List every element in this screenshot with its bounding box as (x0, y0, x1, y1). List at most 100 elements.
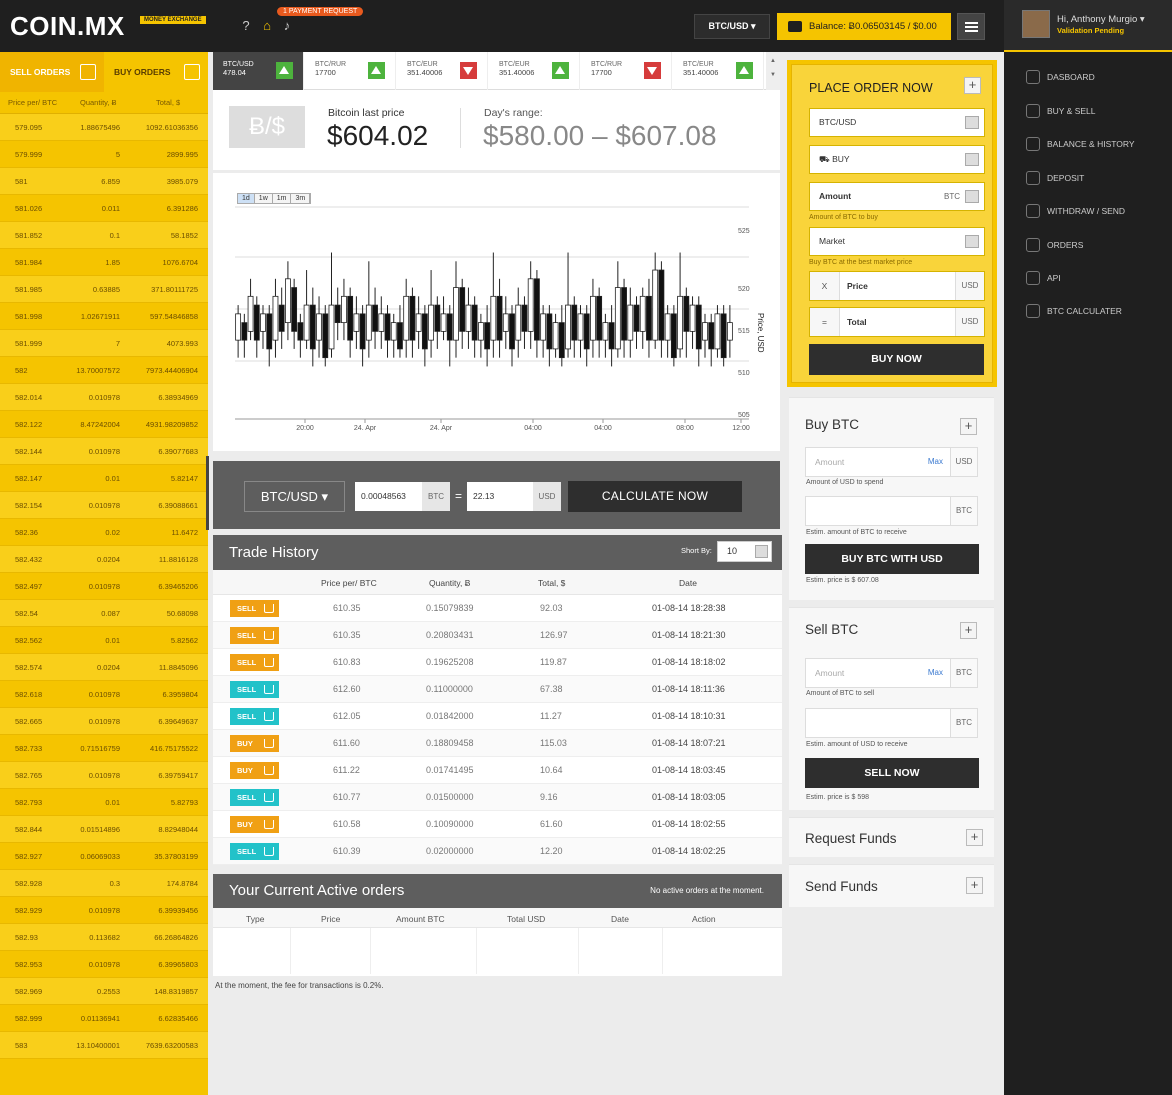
plus-icon[interactable]: + (966, 829, 983, 846)
nav-item-balance-history[interactable]: BALANCE & HISTORY (1004, 129, 1172, 159)
table-row[interactable]: SELL 610.35 0.20803431 126.97 01-08-14 18:21… (213, 622, 782, 649)
order-book-row[interactable]: 582.36 0.02 11.6472 (0, 519, 208, 546)
order-book-row[interactable]: 581.999 7 4073.993 (0, 330, 208, 357)
sell-badge[interactable]: SELL (230, 681, 279, 698)
buy-max-link[interactable]: Max (928, 448, 943, 476)
plus-icon[interactable]: + (960, 622, 977, 639)
table-row[interactable]: BUY 611.60 0.18809458 115.03 01-08-14 18:07:… (213, 730, 782, 757)
payment-request-badge[interactable]: 1 PAYMENT REQUEST (277, 7, 364, 16)
order-book-row[interactable]: 582.733 0.71516759 416.75175522 (0, 735, 208, 762)
avatar[interactable] (1022, 10, 1050, 38)
ticker-item[interactable]: BTC/RUR 17700 (305, 52, 396, 90)
bell-icon[interactable]: ♪ (279, 18, 295, 34)
order-total-input[interactable]: = Total USD (809, 307, 985, 337)
buy-btc-with-usd-button[interactable]: BUY BTC WITH USD (805, 544, 979, 574)
buy-badge[interactable]: BUY (230, 816, 279, 833)
sell-badge[interactable]: SELL (230, 654, 279, 671)
order-book-row[interactable]: 582.014 0.010978 6.38934969 (0, 384, 208, 411)
order-type-select[interactable]: Market (809, 227, 985, 256)
order-book-row[interactable]: 582.999 0.01136941 6.62835466 (0, 1005, 208, 1032)
order-book-row[interactable]: 582 13.70007572 7973.44406904 (0, 357, 208, 384)
pair-selector[interactable]: BTC/USD ▾ (694, 14, 770, 39)
request-funds-panel[interactable]: Request Funds + (789, 817, 994, 857)
order-book-row[interactable]: 582.665 0.010978 6.39649637 (0, 708, 208, 735)
orderbook-scrollbar[interactable] (206, 456, 209, 530)
sell-now-button[interactable]: SELL NOW (805, 758, 979, 788)
send-funds-panel[interactable]: Send Funds + (789, 864, 994, 907)
ticker-scroll[interactable]: ▲ ▼ (766, 52, 780, 90)
calc-pair-selector[interactable]: BTC/USD ▾ (244, 481, 345, 512)
order-book-row[interactable]: 582.618 0.010978 6.3959804 (0, 681, 208, 708)
plus-icon[interactable]: + (960, 418, 977, 435)
sell-badge[interactable]: SELL (230, 627, 279, 644)
nav-item-withdraw-send[interactable]: WITHDRAW / SEND (1004, 196, 1172, 226)
table-row[interactable]: SELL 610.83 0.19625208 119.87 01-08-14 18:18… (213, 649, 782, 676)
sell-badge[interactable]: SELL (230, 843, 279, 860)
order-book-row[interactable]: 582.122 8.47242004 4931.98209852 (0, 411, 208, 438)
order-book-row[interactable]: 581.852 0.1 58.1852 (0, 222, 208, 249)
order-book-row[interactable]: 582.844 0.01514896 8.82948044 (0, 816, 208, 843)
plus-icon[interactable]: + (964, 77, 981, 94)
order-book-row[interactable]: 582.969 0.2553 148.8319857 (0, 978, 208, 1005)
plus-icon[interactable]: + (966, 877, 983, 894)
ticker-item[interactable]: BTC/EUR 351.40006 (673, 52, 764, 90)
order-pair-select[interactable]: BTC/USD (809, 108, 985, 137)
order-side-select[interactable]: ⛟ BUY (809, 145, 985, 174)
table-row[interactable]: SELL 610.77 0.01500000 9.16 01-08-14 18:03:0… (213, 784, 782, 811)
sell-max-link[interactable]: Max (928, 659, 943, 687)
order-book-row[interactable]: 581.985 0.63885 371.80111725 (0, 276, 208, 303)
table-row[interactable]: SELL 610.35 0.15079839 92.03 01-08-14 18:28:… (213, 595, 782, 622)
order-book-row[interactable]: 583 13.10400001 7639.63200583 (0, 1032, 208, 1059)
sell-btc-amount-input[interactable]: Amount Max BTC (805, 658, 978, 688)
help-icon[interactable]: ? (238, 18, 254, 34)
table-row[interactable]: BUY 610.58 0.10090000 61.60 01-08-14 18:02:5… (213, 811, 782, 838)
menu-button[interactable] (957, 13, 985, 40)
tab-buy-orders[interactable]: BUY ORDERS (104, 52, 208, 92)
logo[interactable]: COIN.MX (10, 11, 125, 42)
tab-sell-orders[interactable]: SELL ORDERS (0, 52, 104, 92)
buy-btc-estimate-input[interactable]: BTC (805, 496, 978, 526)
order-book-row[interactable]: 582.154 0.010978 6.39088661 (0, 492, 208, 519)
buy-badge[interactable]: BUY (230, 735, 279, 752)
order-book-row[interactable]: 582.793 0.01 5.82793 (0, 789, 208, 816)
buy-now-button[interactable]: BUY NOW (809, 344, 984, 375)
buy-usd-amount-input[interactable]: Amount Max USD (805, 447, 978, 477)
order-book-row[interactable]: 579.095 1.88675496 1092.61036356 (0, 114, 208, 141)
order-price-input[interactable]: X Price USD (809, 271, 985, 301)
nav-item-buy-sell[interactable]: BUY & SELL (1004, 96, 1172, 126)
ticker-item[interactable]: BTC/USD 478.04 (213, 52, 304, 90)
home-icon[interactable]: ⌂ (259, 18, 275, 34)
usd-amount-input[interactable]: 22.13 USD (467, 482, 561, 511)
order-book-row[interactable]: 582.765 0.010978 6.39759417 (0, 762, 208, 789)
table-row[interactable]: SELL 610.39 0.02000000 12.20 01-08-14 18:02:… (213, 838, 782, 865)
sort-select[interactable]: 10 (717, 541, 772, 562)
table-row[interactable]: BUY 611.22 0.01741495 10.64 01-08-14 18:03:4… (213, 757, 782, 784)
order-book-row[interactable]: 582.953 0.010978 6.39965803 (0, 951, 208, 978)
order-book-row[interactable]: 582.928 0.3 174.8784 (0, 870, 208, 897)
order-book-row[interactable]: 581.998 1.02671911 597.54846858 (0, 303, 208, 330)
ticker-item[interactable]: BTC/EUR 351.40006 (397, 52, 488, 90)
ticker-item[interactable]: BTC/EUR 351.40006 (489, 52, 580, 90)
order-book-row[interactable]: 581.984 1.85 1076.6704 (0, 249, 208, 276)
order-book-row[interactable]: 582.562 0.01 5.82562 (0, 627, 208, 654)
order-book-row[interactable]: 579.999 5 2899.995 (0, 141, 208, 168)
nav-item-btc-calculater[interactable]: BTC CALCULATER (1004, 296, 1172, 326)
nav-item-deposit[interactable]: DEPOSIT (1004, 163, 1172, 193)
user-area[interactable]: Hi, Anthony Murgio ▾ Validation Pending (1004, 0, 1172, 52)
calculate-now-button[interactable]: CALCULATE NOW (568, 481, 742, 512)
buy-badge[interactable]: BUY (230, 762, 279, 779)
order-amount-input[interactable]: Amount BTC (809, 182, 985, 211)
order-book-row[interactable]: 581 6.859 3985.079 (0, 168, 208, 195)
balance-button[interactable]: Balance: Ƀ0.06503145 / $0.00 (777, 13, 951, 40)
sell-usd-estimate-input[interactable]: BTC (805, 708, 978, 738)
order-book-row[interactable]: 582.54 0.087 50.68098 (0, 600, 208, 627)
order-book-row[interactable]: 582.144 0.010978 6.39077683 (0, 438, 208, 465)
nav-item-dasboard[interactable]: DASBOARD (1004, 62, 1172, 92)
btc-amount-input[interactable]: 0.00048563 BTC (355, 482, 450, 511)
ticker-item[interactable]: BTC/RUR 17700 (581, 52, 672, 90)
order-book-row[interactable]: 582.497 0.010978 6.39465206 (0, 573, 208, 600)
sell-badge[interactable]: SELL (230, 789, 279, 806)
order-book-row[interactable]: 582.929 0.010978 6.39939456 (0, 897, 208, 924)
sell-badge[interactable]: SELL (230, 708, 279, 725)
order-book-row[interactable]: 581.026 0.011 6.391286 (0, 195, 208, 222)
